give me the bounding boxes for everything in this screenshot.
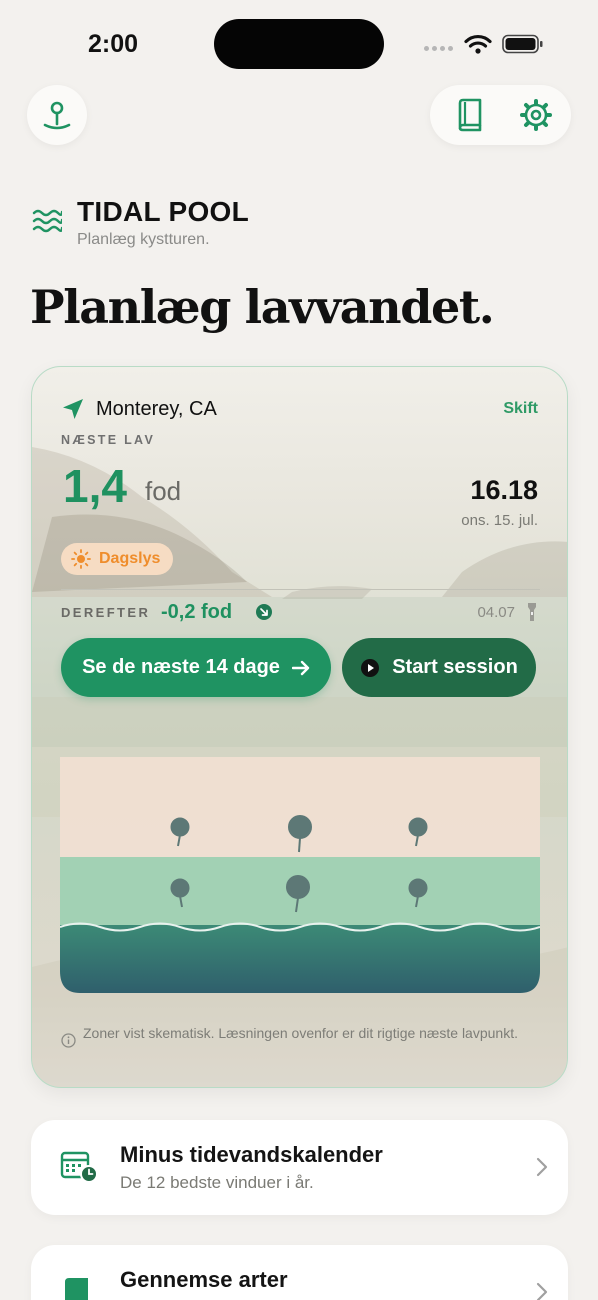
divider bbox=[61, 589, 540, 590]
location-arrow-icon bbox=[63, 399, 83, 419]
brand-name: TIDAL POOL bbox=[77, 196, 250, 227]
play-circle-icon bbox=[361, 658, 380, 677]
guide-button[interactable] bbox=[440, 85, 500, 145]
wifi-icon bbox=[464, 34, 492, 54]
next-low-time: 16.18 bbox=[470, 475, 538, 505]
list-item-title: Gennemse arter bbox=[120, 1267, 288, 1292]
location-pin-button[interactable] bbox=[27, 85, 87, 145]
next-low-label: NÆSTE LAV bbox=[61, 433, 156, 447]
list-item-subtitle: De 12 bedste vinduer i år. bbox=[120, 1173, 314, 1192]
list-item-title: Minus tidevandskalender bbox=[120, 1142, 383, 1167]
dynamic-island bbox=[214, 19, 384, 69]
daylight-badge: Dagslys bbox=[61, 543, 174, 575]
chevron-right-icon bbox=[536, 1157, 548, 1177]
zones-note: Zoner vist skematisk. Læsningen ovenfor … bbox=[83, 1025, 518, 1041]
status-time: 2:00 bbox=[88, 30, 139, 58]
book-icon bbox=[65, 1278, 88, 1300]
daylight-label: Dagslys bbox=[99, 550, 161, 567]
start-session-label: Start session bbox=[392, 656, 518, 678]
down-right-arrow-icon bbox=[256, 604, 272, 620]
cellular-signal-icon bbox=[424, 46, 453, 51]
map-pin-icon bbox=[43, 101, 71, 130]
page-title: Planlæg lavvandet. bbox=[30, 280, 495, 334]
gear-icon bbox=[520, 99, 552, 131]
book-icon bbox=[458, 98, 482, 132]
change-location-link[interactable]: Skift bbox=[503, 400, 538, 418]
chevron-right-icon bbox=[536, 1282, 548, 1300]
info-icon bbox=[61, 1033, 76, 1048]
flashlight-icon bbox=[528, 603, 536, 621]
next-low-date: ons. 15. jul. bbox=[461, 512, 538, 529]
calendar-clock-icon bbox=[60, 1151, 98, 1183]
top-actions bbox=[430, 85, 571, 145]
sun-icon bbox=[71, 549, 91, 569]
list-item-tide-calendar[interactable]: Minus tidevandskalender De 12 bedste vin… bbox=[31, 1120, 568, 1215]
height-unit: fod bbox=[145, 476, 182, 506]
arrow-right-icon bbox=[291, 660, 310, 675]
after-label: DEREFTER bbox=[61, 605, 151, 620]
waves-icon bbox=[32, 209, 62, 233]
tide-zones-diagram bbox=[60, 757, 540, 993]
brand-tagline: Planlæg kystturen. bbox=[77, 231, 210, 248]
start-session-button[interactable]: Start session bbox=[342, 638, 536, 697]
after-low-height: -0,2 fod bbox=[161, 601, 233, 623]
settings-button[interactable] bbox=[506, 85, 566, 145]
next-low-height: 1,4 bbox=[63, 460, 127, 512]
after-low-time: 04.07 bbox=[477, 604, 515, 621]
location-name: Monterey, CA bbox=[96, 398, 217, 420]
battery-icon bbox=[502, 34, 543, 54]
next-14-days-label: Se de næste 14 dage bbox=[82, 656, 280, 678]
list-item-browse-species[interactable]: Gennemse arter bbox=[31, 1245, 568, 1300]
next-low-card: Monterey, CA Skift NÆSTE LAV 1,4 fod 16.… bbox=[31, 366, 568, 1088]
next-14-days-button[interactable]: Se de næste 14 dage bbox=[61, 638, 331, 697]
